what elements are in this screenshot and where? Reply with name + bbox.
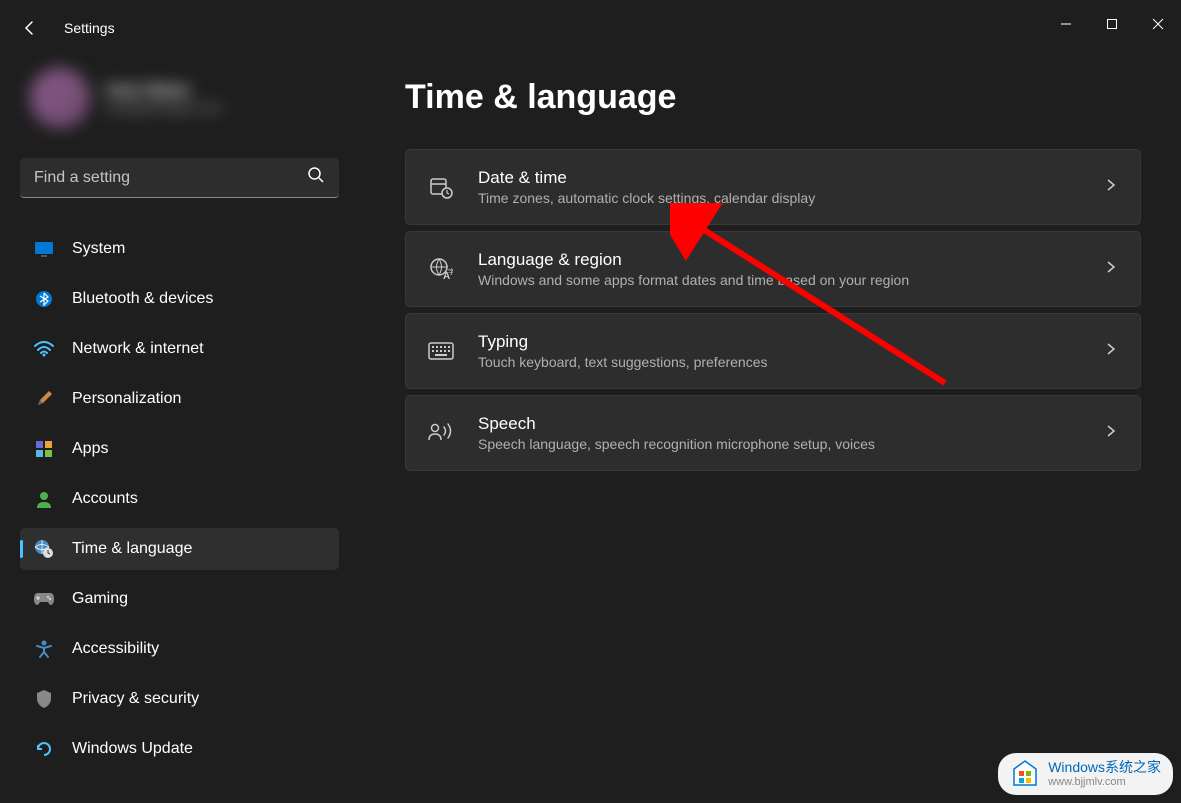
language-region-icon: A字	[428, 256, 454, 282]
sidebar-item-bluetooth[interactable]: Bluetooth & devices	[20, 278, 339, 320]
sidebar-item-label: System	[72, 240, 125, 258]
sidebar-item-windows-update[interactable]: Windows Update	[20, 728, 339, 770]
setting-speech[interactable]: Speech Speech language, speech recogniti…	[405, 395, 1141, 471]
apps-icon	[34, 439, 54, 459]
maximize-button[interactable]	[1089, 8, 1135, 40]
setting-desc: Speech language, speech recognition micr…	[478, 436, 1080, 452]
sidebar-item-label: Windows Update	[72, 740, 193, 758]
time-language-icon	[34, 539, 54, 559]
brush-icon	[34, 389, 54, 409]
sidebar: User Name user@example.com System Blueto	[0, 48, 355, 803]
setting-title: Speech	[478, 414, 1080, 434]
chevron-right-icon	[1104, 424, 1118, 443]
avatar	[30, 68, 90, 128]
setting-title: Language & region	[478, 250, 1080, 270]
close-button[interactable]	[1135, 8, 1181, 40]
setting-title: Date & time	[478, 168, 1080, 188]
accounts-icon	[34, 489, 54, 509]
chevron-right-icon	[1104, 178, 1118, 197]
setting-title: Typing	[478, 332, 1080, 352]
sidebar-item-label: Network & internet	[72, 340, 204, 358]
sidebar-item-privacy[interactable]: Privacy & security	[20, 678, 339, 720]
sidebar-item-time-language[interactable]: Time & language	[20, 528, 339, 570]
setting-typing[interactable]: Typing Touch keyboard, text suggestions,…	[405, 313, 1141, 389]
search-box[interactable]	[20, 158, 339, 198]
search-input[interactable]	[34, 169, 307, 187]
back-button[interactable]	[20, 18, 40, 38]
accessibility-icon	[34, 639, 54, 659]
sidebar-item-label: Accounts	[72, 490, 138, 508]
settings-list: Date & time Time zones, automatic clock …	[405, 149, 1141, 471]
sidebar-item-gaming[interactable]: Gaming	[20, 578, 339, 620]
watermark-url: www.bjjmlv.com	[1048, 776, 1161, 788]
profile-area[interactable]: User Name user@example.com	[20, 48, 339, 158]
svg-text:字: 字	[448, 267, 453, 276]
watermark-title: Windows系统之家	[1048, 760, 1161, 775]
setting-desc: Time zones, automatic clock settings, ca…	[478, 190, 1080, 206]
setting-date-time[interactable]: Date & time Time zones, automatic clock …	[405, 149, 1141, 225]
sidebar-item-label: Privacy & security	[72, 690, 199, 708]
sidebar-item-network[interactable]: Network & internet	[20, 328, 339, 370]
speech-icon	[428, 420, 454, 446]
gaming-icon	[34, 589, 54, 609]
setting-language-region[interactable]: A字 Language & region Windows and some ap…	[405, 231, 1141, 307]
system-icon	[34, 239, 54, 259]
sidebar-item-personalization[interactable]: Personalization	[20, 378, 339, 420]
minimize-button[interactable]	[1043, 8, 1089, 40]
watermark: Windows系统之家 www.bjjmlv.com	[998, 753, 1173, 795]
setting-desc: Touch keyboard, text suggestions, prefer…	[478, 354, 1080, 370]
sidebar-item-apps[interactable]: Apps	[20, 428, 339, 470]
keyboard-icon	[428, 338, 454, 364]
watermark-logo-icon	[1010, 759, 1040, 789]
sidebar-item-label: Accessibility	[72, 640, 159, 658]
bluetooth-icon	[34, 289, 54, 309]
sidebar-item-label: Personalization	[72, 390, 181, 408]
main-content: Time & language Date & time Time zones, …	[355, 48, 1181, 803]
wifi-icon	[34, 339, 54, 359]
sidebar-item-system[interactable]: System	[20, 228, 339, 270]
search-icon	[307, 166, 325, 189]
chevron-right-icon	[1104, 260, 1118, 279]
app-title: Settings	[64, 20, 115, 36]
shield-icon	[34, 689, 54, 709]
sidebar-item-label: Bluetooth & devices	[72, 290, 213, 308]
chevron-right-icon	[1104, 342, 1118, 361]
nav-list: System Bluetooth & devices Network & int…	[20, 228, 339, 770]
sidebar-item-label: Apps	[72, 440, 108, 458]
profile-name: User Name	[106, 82, 222, 100]
date-time-icon	[428, 174, 454, 200]
page-title: Time & language	[405, 78, 1141, 117]
setting-desc: Windows and some apps format dates and t…	[478, 272, 1080, 288]
update-icon	[34, 739, 54, 759]
sidebar-item-accounts[interactable]: Accounts	[20, 478, 339, 520]
sidebar-item-label: Time & language	[72, 540, 192, 558]
sidebar-item-label: Gaming	[72, 590, 128, 608]
sidebar-item-accessibility[interactable]: Accessibility	[20, 628, 339, 670]
profile-email: user@example.com	[106, 100, 222, 115]
